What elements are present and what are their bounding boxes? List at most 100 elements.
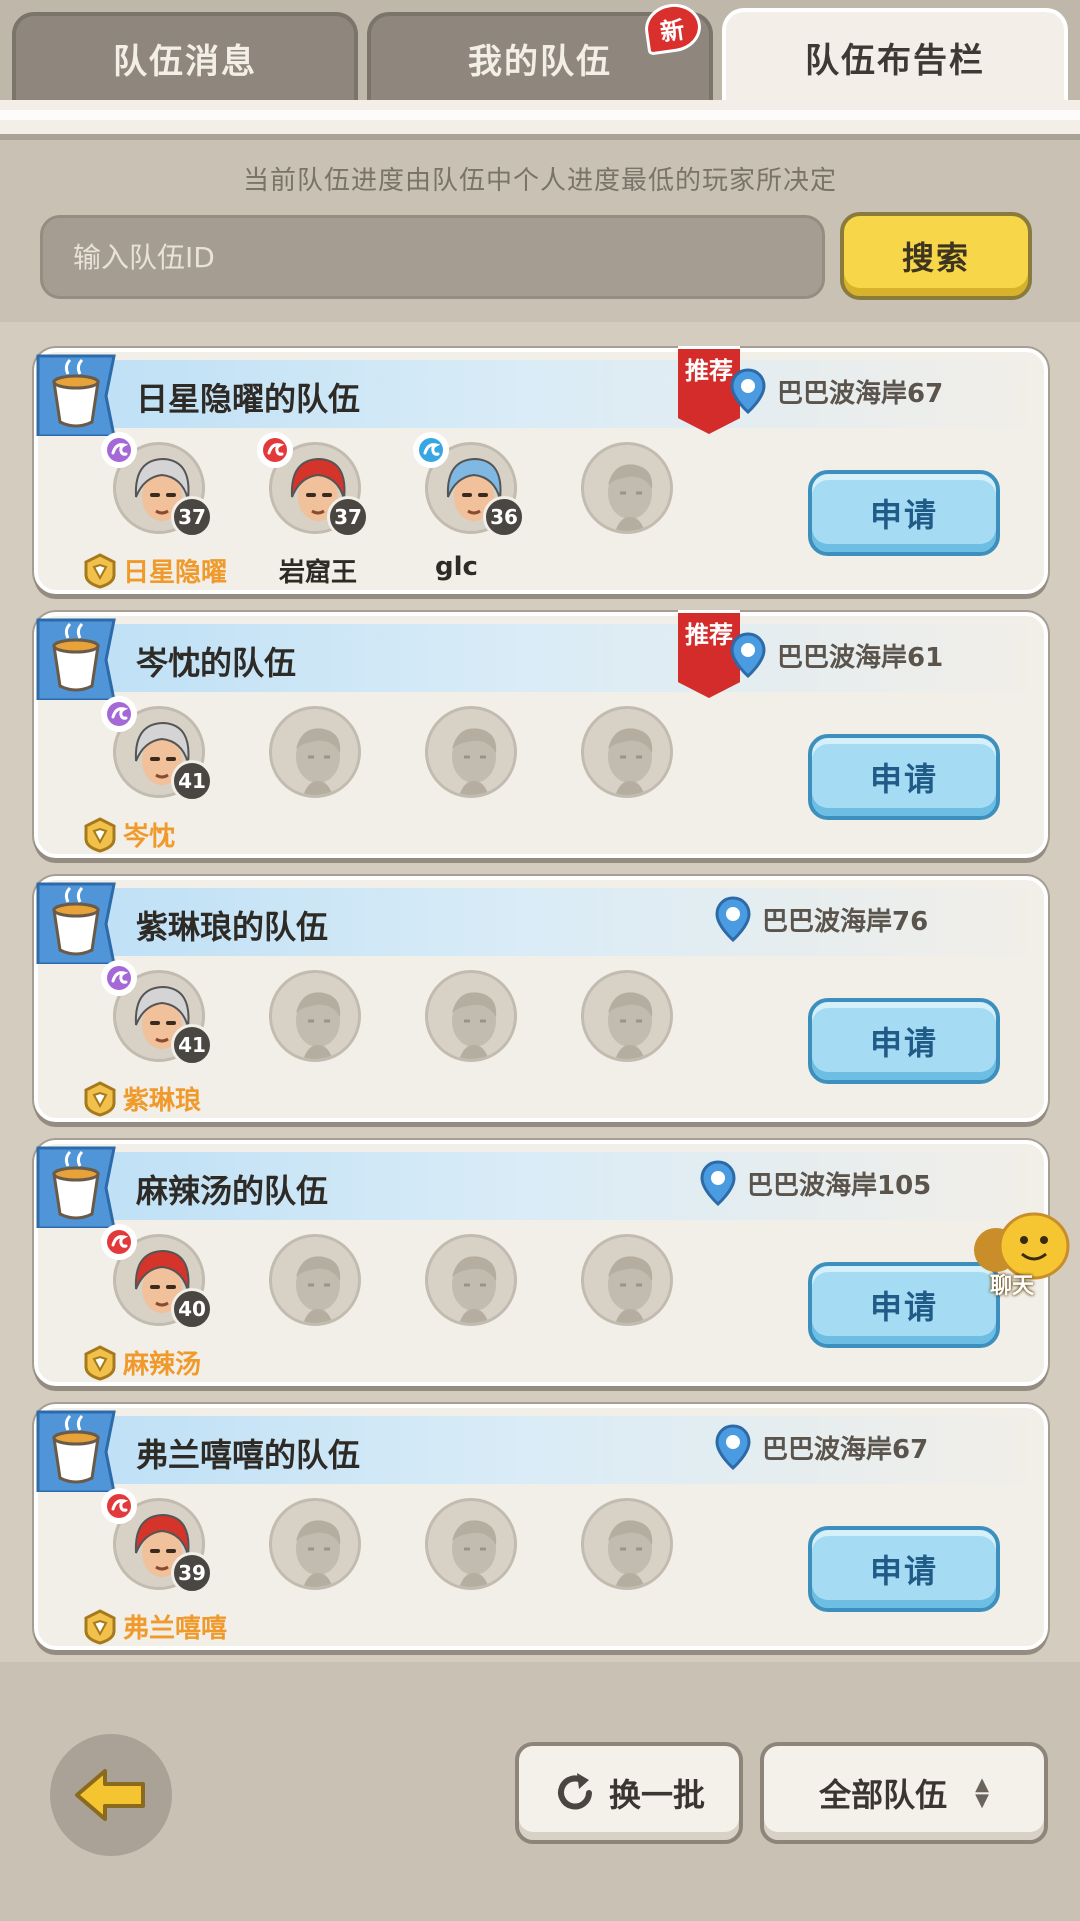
team-location: 巴巴波海岸67 xyxy=(714,1424,928,1470)
member-slot[interactable]: 39 xyxy=(101,1488,213,1594)
empty-slot-icon xyxy=(584,709,670,795)
class-emblem-icon xyxy=(107,438,131,462)
member-name-text: 弗兰嘻嘻 xyxy=(123,1614,228,1644)
member-slot[interactable]: 37 xyxy=(101,432,213,538)
class-emblem-icon xyxy=(107,1230,131,1254)
empty-slot-icon xyxy=(428,1501,514,1587)
empty-slot-icon xyxy=(272,973,358,1059)
tab-underline xyxy=(0,100,1080,140)
class-badge xyxy=(101,1224,137,1260)
level-badge: 37 xyxy=(171,496,213,538)
avatar xyxy=(425,1234,517,1326)
team-id-input[interactable] xyxy=(73,240,822,274)
team-location: 巴巴波海岸67 xyxy=(729,368,943,414)
progress-hint: 当前队伍进度由队伍中个人进度最低的玩家所决定 xyxy=(242,166,837,196)
new-badge: 新 xyxy=(641,0,705,56)
tab-my-team[interactable]: 我的队伍 新 xyxy=(367,0,713,100)
leader-badge-icon xyxy=(84,1344,116,1381)
empty-member-slot xyxy=(425,1234,521,1330)
avatar xyxy=(581,1498,673,1590)
empty-slot-icon xyxy=(272,1501,358,1587)
member-slot[interactable]: 36 xyxy=(413,432,525,538)
tab-team-messages[interactable]: 队伍消息 xyxy=(12,12,358,100)
refresh-label: 换一批 xyxy=(608,1776,705,1814)
avatar xyxy=(581,706,673,798)
team-flag-cup-icon xyxy=(36,1146,116,1228)
avatar xyxy=(269,1498,361,1590)
tab-team-board[interactable]: 队伍布告栏 xyxy=(722,8,1068,102)
avatar xyxy=(425,706,517,798)
team-flag-cup-icon xyxy=(36,354,116,436)
member-slot[interactable]: 37 xyxy=(257,432,369,538)
location-text: 巴巴波海岸61 xyxy=(777,642,944,673)
class-emblem-icon xyxy=(107,1494,131,1518)
avatar xyxy=(269,706,361,798)
back-button[interactable] xyxy=(50,1734,172,1856)
member-name: glc xyxy=(435,552,478,582)
apply-button[interactable]: 申请 xyxy=(808,734,1000,820)
location-text: 巴巴波海岸67 xyxy=(762,1434,929,1465)
empty-member-slot xyxy=(581,1498,677,1594)
location-pin-icon xyxy=(730,368,766,414)
location-pin-icon xyxy=(700,1160,736,1206)
level-badge: 41 xyxy=(171,1024,213,1066)
filter-label: 全部队伍 xyxy=(819,1776,948,1814)
refresh-batch-button[interactable]: 换一批 xyxy=(515,1742,743,1844)
class-emblem-icon xyxy=(263,438,287,462)
chat-label: 聊天 xyxy=(990,1274,1035,1299)
team-card: 麻辣汤的队伍 巴巴波海岸105 40 麻辣汤 申请 xyxy=(34,1140,1048,1386)
empty-slot-icon xyxy=(428,973,514,1059)
member-name: 弗兰嘻嘻 xyxy=(83,1608,227,1645)
empty-member-slot xyxy=(269,970,365,1066)
member-name-text: 岩窟王 xyxy=(279,558,358,588)
apply-button[interactable]: 申请 xyxy=(808,998,1000,1084)
team-filter-select[interactable]: 全部队伍 ▲ ▼ xyxy=(760,1742,1048,1844)
location-text: 巴巴波海岸67 xyxy=(777,378,944,409)
member-slot[interactable]: 41 xyxy=(101,960,213,1066)
member-name-text: 麻辣汤 xyxy=(123,1350,202,1380)
empty-member-slot xyxy=(425,970,521,1066)
chat-button[interactable]: 聊天 xyxy=(970,1212,1080,1312)
team-flag-cup-icon xyxy=(36,618,116,700)
tab-label: 我的队伍 xyxy=(468,41,612,82)
tab-label: 队伍布告栏 xyxy=(805,40,985,81)
leader-badge-icon xyxy=(84,1608,116,1645)
apply-button[interactable]: 申请 xyxy=(808,1526,1000,1612)
tab-bar: 队伍消息 我的队伍 新 队伍布告栏 xyxy=(0,0,1080,102)
empty-slot-icon xyxy=(584,445,670,531)
member-name: 岑忱 xyxy=(83,816,175,853)
team-card: 紫琳琅的队伍 巴巴波海岸76 41 紫琳琅 申请 xyxy=(34,876,1048,1122)
location-pin-icon xyxy=(715,1424,751,1470)
apply-button[interactable]: 申请 xyxy=(808,470,1000,556)
team-name: 岑忱的队伍 xyxy=(136,644,297,682)
empty-member-slot xyxy=(269,1234,365,1330)
member-slot[interactable]: 41 xyxy=(101,696,213,802)
level-badge: 39 xyxy=(171,1552,213,1594)
member-slot[interactable]: 40 xyxy=(101,1224,213,1330)
level-badge: 40 xyxy=(171,1288,213,1330)
team-name: 弗兰嘻嘻的队伍 xyxy=(136,1436,361,1474)
sort-arrows-icon: ▲ ▼ xyxy=(975,1774,989,1811)
avatar xyxy=(269,970,361,1062)
empty-slot-icon xyxy=(584,1237,670,1323)
member-name: 岩窟王 xyxy=(279,552,357,589)
level-badge: 37 xyxy=(327,496,369,538)
avatar xyxy=(425,970,517,1062)
search-button[interactable]: 搜索 xyxy=(840,212,1032,300)
class-badge xyxy=(101,1488,137,1524)
recommend-label: 推荐 xyxy=(685,621,733,649)
member-name-text: 紫琳琅 xyxy=(123,1086,202,1116)
level-badge: 36 xyxy=(483,496,525,538)
team-id-search-field[interactable] xyxy=(40,215,825,299)
team-name: 麻辣汤的队伍 xyxy=(136,1172,329,1210)
location-text: 巴巴波海岸76 xyxy=(762,906,929,937)
team-name: 紫琳琅的队伍 xyxy=(136,908,329,946)
avatar xyxy=(581,1234,673,1326)
member-name-text: 日星隐曜 xyxy=(123,558,228,588)
recommend-label: 推荐 xyxy=(685,357,733,385)
empty-slot-icon xyxy=(428,1237,514,1323)
tab-label: 队伍消息 xyxy=(113,41,257,82)
class-badge xyxy=(101,960,137,996)
member-name: 日星隐曜 xyxy=(83,552,227,589)
leader-badge-icon xyxy=(84,1080,116,1117)
